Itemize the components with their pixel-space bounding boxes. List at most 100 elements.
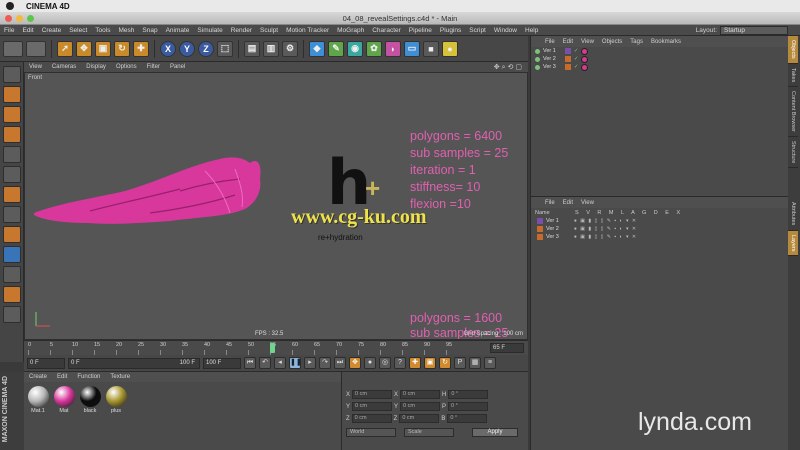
cube-object-icon[interactable]: ◆ — [309, 40, 325, 57]
menu-snap[interactable]: Snap — [138, 27, 161, 34]
render-settings-icon[interactable]: ⚙ — [282, 40, 298, 57]
menu-animate[interactable]: Animate — [162, 27, 194, 34]
coordinate-mode-select[interactable]: World — [346, 428, 396, 437]
workplane-lock-icon[interactable] — [2, 246, 21, 263]
y-axis-lock-button[interactable]: Y — [179, 40, 195, 57]
layer-color-swatch[interactable] — [537, 218, 543, 224]
object-row[interactable]: Ver 1 ✓ — [531, 47, 788, 55]
render-view-icon[interactable]: ▤ — [244, 40, 260, 57]
menu-render[interactable]: Render — [227, 27, 256, 34]
coordinate-field[interactable]: 0 cm — [351, 414, 392, 423]
axis-mode-icon[interactable] — [2, 206, 21, 223]
visibility-check-icon[interactable]: ✓ — [574, 56, 579, 62]
undo-icon[interactable] — [3, 40, 23, 57]
layer-menu-view[interactable]: View — [577, 200, 598, 206]
object-name[interactable]: Ver 3 — [543, 64, 556, 70]
menu-character[interactable]: Character — [368, 27, 405, 34]
tab-takes[interactable]: Takes — [788, 64, 798, 88]
z-axis-lock-button[interactable]: Z — [198, 40, 214, 57]
timeline-playhead[interactable] — [270, 343, 275, 353]
viewport-menu-options[interactable]: Options — [111, 64, 142, 70]
move-key-icon[interactable]: ✥ — [349, 357, 361, 369]
goto-prev-key-icon[interactable]: ↶ — [259, 357, 271, 369]
object-name[interactable]: Ver 2 — [543, 56, 556, 62]
coordinate-field[interactable]: 0 cm — [352, 402, 393, 411]
menu-create[interactable]: Create — [38, 27, 66, 34]
play-pause-icon[interactable]: ❚❚ — [289, 357, 302, 369]
material-tag-icon[interactable] — [581, 55, 589, 63]
coordinate-field[interactable]: 0 ° — [448, 402, 489, 411]
rotation-key-icon[interactable]: ↻ — [439, 357, 451, 369]
layer-toggle-icons[interactable]: ● ▣ ▮ ▯ ▯ ✎ ▪ ◐ ▾ ✕ — [574, 218, 637, 224]
workplane-icon[interactable] — [2, 126, 21, 143]
menu-mesh[interactable]: Mesh — [114, 27, 138, 34]
layer-color-swatch[interactable] — [537, 226, 543, 232]
scale-tool-icon[interactable]: ▣ — [95, 40, 111, 57]
pla-key-icon[interactable]: ▦ — [469, 357, 481, 369]
material-menu-function[interactable]: Function — [72, 374, 105, 380]
layer-row[interactable]: Ver 2 ● ▣ ▮ ▯ ▯ ✎ ▪ ◐ ▾ ✕ — [531, 225, 788, 233]
end-frame-field[interactable]: 100 F — [203, 357, 241, 369]
next-frame-icon[interactable]: ▸ — [304, 357, 316, 369]
menu-motion-tracker[interactable]: Motion Tracker — [282, 27, 333, 34]
x-axis-lock-button[interactable]: X — [160, 40, 176, 57]
coordinate-field[interactable]: 0 cm — [352, 390, 393, 399]
viewport-menu-filter[interactable]: Filter — [142, 64, 165, 70]
timeline[interactable]: 05101520253035404550556065707580859095 6… — [24, 340, 528, 355]
snapping-icon[interactable] — [2, 266, 21, 283]
object-menu-tags[interactable]: Tags — [626, 39, 647, 45]
menu-help[interactable]: Help — [521, 27, 542, 34]
layer-name[interactable]: Ver 2 — [546, 226, 559, 232]
polygons-mode-icon[interactable] — [2, 186, 21, 203]
pen-spline-icon[interactable]: ✎ — [328, 40, 344, 57]
timeline-end-frame[interactable]: 65 F — [490, 343, 524, 353]
move-tool-icon[interactable]: ✥ — [76, 40, 92, 57]
object-menu-objects[interactable]: Objects — [598, 39, 626, 45]
goto-next-key-icon[interactable]: ↷ — [319, 357, 331, 369]
menu-edit[interactable]: Edit — [18, 27, 37, 34]
layer-color-swatch[interactable] — [564, 56, 571, 62]
coordinate-field[interactable]: 0 ° — [448, 390, 489, 399]
viewport-front[interactable]: Front h + re+hydration www.cg-ku.com pol… — [24, 72, 528, 340]
menu-sculpt[interactable]: Sculpt — [256, 27, 282, 34]
material-swatch[interactable]: Mat — [53, 386, 75, 414]
last-tool-icon[interactable]: ✚ — [133, 40, 149, 57]
menu-mograph[interactable]: MoGraph — [333, 27, 368, 34]
menu-plugins[interactable]: Plugins — [436, 27, 465, 34]
tab-structure[interactable]: Structure — [788, 137, 798, 169]
coordinate-field[interactable]: 0 cm — [400, 390, 441, 399]
record-icon[interactable]: ● — [364, 357, 376, 369]
light-icon[interactable]: ● — [442, 40, 458, 57]
coordinate-field[interactable]: 0 cm — [399, 414, 440, 423]
timeline-menu-icon[interactable]: ≡ — [484, 357, 496, 369]
material-menu-create[interactable]: Create — [24, 374, 52, 380]
layer-menu-file[interactable]: File — [541, 200, 559, 206]
layer-color-swatch[interactable] — [564, 48, 571, 54]
position-key-icon[interactable]: ✚ — [409, 357, 421, 369]
preview-range-field[interactable]: 0 F 100 F — [68, 357, 200, 369]
layer-row[interactable]: Ver 3 ● ▣ ▮ ▯ ▯ ✎ ▪ ◐ ▾ ✕ — [531, 233, 788, 241]
camera-icon[interactable]: ■ — [423, 40, 439, 57]
object-menu-view[interactable]: View — [577, 39, 598, 45]
coordinate-field[interactable]: 0 ° — [447, 414, 488, 423]
layer-menu-edit[interactable]: Edit — [559, 200, 577, 206]
scale-key-icon[interactable]: ▣ — [424, 357, 436, 369]
tab-objects[interactable]: Objects — [788, 36, 798, 64]
visibility-check-icon[interactable]: ✓ — [574, 64, 579, 70]
object-row[interactable]: Ver 3 ✓ — [531, 63, 788, 71]
layer-name[interactable]: Ver 1 — [546, 218, 559, 224]
redo-icon[interactable] — [26, 40, 46, 57]
render-picture-viewer-icon[interactable]: ▥ — [263, 40, 279, 57]
menu-select[interactable]: Select — [65, 27, 91, 34]
material-menu-edit[interactable]: Edit — [52, 374, 72, 380]
material-tag-icon[interactable] — [581, 47, 589, 55]
visibility-check-icon[interactable]: ✓ — [574, 48, 579, 54]
layer-toggle-icons[interactable]: ● ▣ ▮ ▯ ▯ ✎ ▪ ◐ ▾ ✕ — [574, 226, 637, 232]
apply-button[interactable]: Apply — [472, 428, 518, 437]
cloth-mesh[interactable] — [30, 151, 270, 241]
autokey-icon[interactable]: ◎ — [379, 357, 391, 369]
start-frame-field[interactable]: 0 F — [27, 357, 65, 369]
apple-icon[interactable] — [6, 2, 14, 10]
menu-script[interactable]: Script — [465, 27, 490, 34]
object-name[interactable]: Ver 1 — [543, 48, 556, 54]
